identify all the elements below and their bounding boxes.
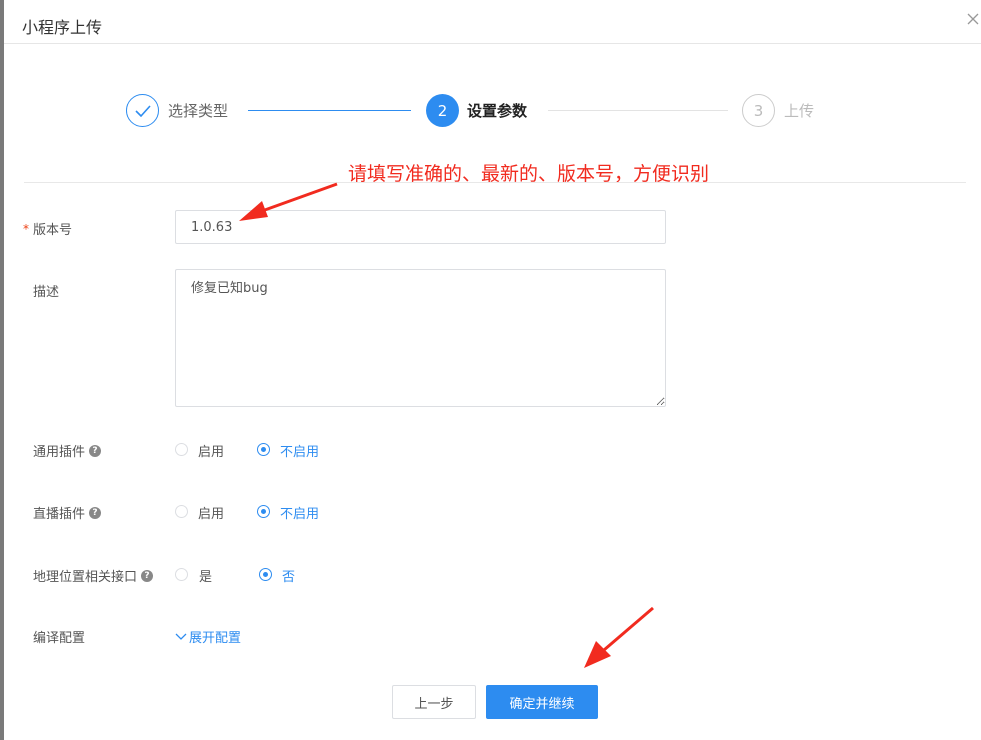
step-connector-2 xyxy=(548,110,728,111)
common-plugin-label: 通用插件 xyxy=(33,445,86,460)
location-api-yes-radio[interactable] xyxy=(175,568,188,581)
common-plugin-disable-radio[interactable] xyxy=(257,443,270,456)
expand-config-text: 展开配置 xyxy=(189,631,242,646)
common-plugin-enable-radio[interactable] xyxy=(175,443,188,456)
version-label: 版本号 xyxy=(33,223,73,238)
help-icon[interactable]: ? xyxy=(89,444,102,457)
help-icon[interactable]: ? xyxy=(89,506,102,519)
dialog-title: 小程序上传 xyxy=(22,18,103,37)
description-label: 描述 xyxy=(33,285,60,300)
step-1-check-icon xyxy=(126,94,159,127)
location-api-field: 地理位置相关接口 ? xyxy=(33,566,154,585)
live-plugin-disable-label[interactable]: 不启用 xyxy=(280,503,319,522)
description-textarea[interactable]: 修复已知bug xyxy=(175,269,666,407)
window-left-edge xyxy=(0,0,4,740)
live-plugin-enable-label[interactable]: 启用 xyxy=(198,503,224,522)
live-plugin-label: 直播插件 xyxy=(33,507,86,522)
live-plugin-enable-radio[interactable] xyxy=(175,505,188,518)
prev-step-button[interactable]: 上一步 xyxy=(392,685,476,719)
expand-config-link[interactable]: 展开配置 xyxy=(175,627,241,646)
chevron-down-icon xyxy=(175,633,187,640)
live-plugin-disable-radio[interactable] xyxy=(257,505,270,518)
version-input[interactable] xyxy=(175,210,666,244)
dialog-header: 小程序上传 xyxy=(4,0,981,44)
common-plugin-disable-label[interactable]: 不启用 xyxy=(280,441,319,460)
close-icon[interactable] xyxy=(966,12,981,28)
common-plugin-field: 通用插件 ? xyxy=(33,441,102,460)
arrow-to-version-line xyxy=(261,182,338,213)
arrow-to-confirm-head xyxy=(584,641,611,668)
confirm-continue-button[interactable]: 确定并继续 xyxy=(486,685,598,719)
live-plugin-field: 直播插件 ? xyxy=(33,503,102,522)
location-api-no-radio[interactable] xyxy=(259,568,272,581)
step-2-number: 2 xyxy=(426,94,459,127)
step-3-number: 3 xyxy=(742,94,775,127)
step-1-label: 选择类型 xyxy=(168,102,229,120)
location-api-no-label[interactable]: 否 xyxy=(282,566,295,585)
location-api-label: 地理位置相关接口 xyxy=(33,570,138,585)
help-icon[interactable]: ? xyxy=(141,569,154,582)
step-2-label: 设置参数 xyxy=(467,102,528,120)
common-plugin-enable-label[interactable]: 启用 xyxy=(198,441,224,460)
step-3-label: 上传 xyxy=(784,102,815,120)
step-connector-1 xyxy=(248,110,411,111)
location-api-yes-label[interactable]: 是 xyxy=(199,566,212,585)
section-divider xyxy=(24,182,966,183)
compile-config-label: 编译配置 xyxy=(33,631,86,646)
required-mark: * xyxy=(23,222,29,236)
arrow-to-confirm-line xyxy=(603,606,654,652)
